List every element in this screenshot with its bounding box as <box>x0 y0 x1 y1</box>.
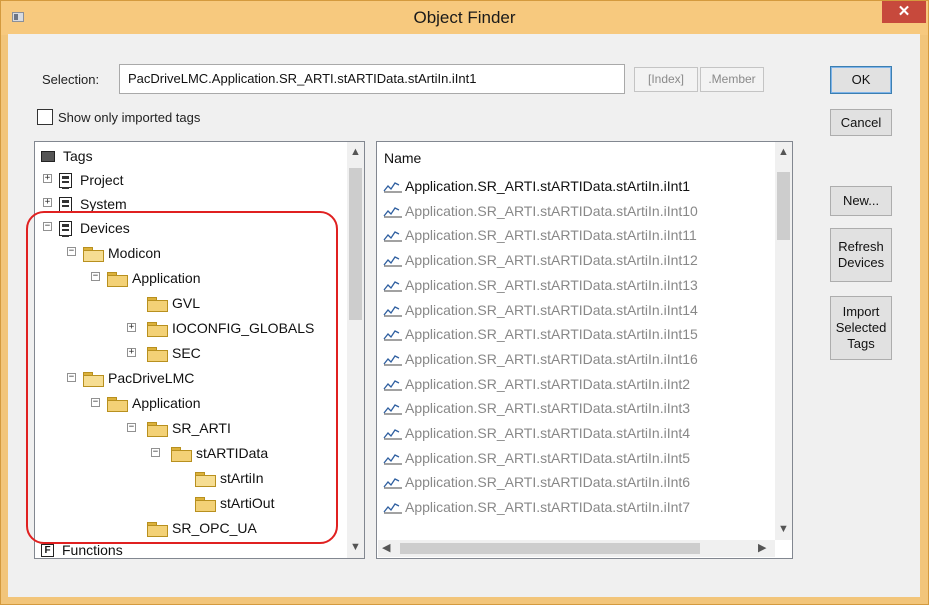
expand-system-icon[interactable]: + <box>43 198 52 207</box>
selection-label: Selection: <box>42 72 100 87</box>
device-icon <box>59 172 72 189</box>
list-item[interactable]: Application.SR_ARTI.stARTIData.stArtiIn.… <box>383 224 697 246</box>
show-imported-label: Show only imported tags <box>58 110 201 125</box>
import-line-1: Import <box>842 304 880 319</box>
tag-variable-icon <box>383 204 403 218</box>
show-imported-checkbox[interactable] <box>37 109 53 125</box>
list-hscroll-thumb[interactable] <box>400 543 700 554</box>
list-item-label: Application.SR_ARTI.stARTIData.stArtiIn.… <box>405 400 691 417</box>
tag-variable-icon <box>383 500 403 514</box>
list-item-label: Application.SR_ARTI.stARTIData.stArtiIn.… <box>405 425 691 441</box>
tree-label-project: Project <box>80 172 124 188</box>
refresh-line-1: Refresh <box>838 239 884 254</box>
tag-variable-icon <box>383 228 403 242</box>
tag-variable-icon <box>383 352 403 366</box>
list-item-label: Application.SR_ARTI.stARTIData.stArtiIn.… <box>405 276 698 293</box>
tree-label-tags: Tags <box>63 148 93 164</box>
list-item-label: Application.SR_ARTI.stARTIData.stArtiIn.… <box>405 474 691 491</box>
window-title: Object Finder <box>413 8 516 27</box>
list-horizontal-scrollbar[interactable]: ◀ ▶ <box>378 540 775 557</box>
list-item[interactable]: Application.SR_ARTI.stARTIData.stArtiIn.… <box>383 348 698 370</box>
new-button-label: New... <box>842 193 880 208</box>
tags-icon <box>41 150 55 162</box>
refresh-line-2: Devices <box>837 255 885 270</box>
member-button[interactable]: .Member <box>700 67 764 92</box>
list-item[interactable]: Application.SR_ARTI.stARTIData.stArtiIn.… <box>383 373 690 395</box>
refresh-devices-button[interactable]: Refresh Devices <box>830 228 892 282</box>
device-icon <box>59 196 72 213</box>
list-scroll-thumb[interactable] <box>777 172 790 240</box>
tag-variable-icon <box>383 303 403 317</box>
scroll-right-icon[interactable]: ▶ <box>758 540 766 557</box>
list-item-label: Application.SR_ARTI.stARTIData.stArtiIn.… <box>405 350 698 367</box>
tag-variable-icon <box>383 253 403 267</box>
list-item-label: Application.SR_ARTI.stARTIData.stArtiIn.… <box>405 202 698 219</box>
import-line-3: Tags <box>847 336 875 351</box>
selection-input[interactable]: PacDriveLMC.Application.SR_ARTI.stARTIDa… <box>119 64 625 94</box>
annotation-highlight-outline <box>26 211 338 544</box>
tag-variable-icon <box>383 327 403 341</box>
scroll-up-icon[interactable]: ▲ <box>347 144 364 161</box>
list-item-label: Application.SR_ARTI.stARTIData.stArtiIn.… <box>405 326 698 343</box>
scroll-left-icon[interactable]: ◀ <box>382 540 390 557</box>
close-button[interactable]: ✕ <box>882 1 926 23</box>
list-item-label: Application.SR_ARTI.stARTIData.stArtiIn.… <box>405 375 691 392</box>
list-item[interactable]: Application.SR_ARTI.stARTIData.stArtiIn.… <box>383 447 690 469</box>
list-item[interactable]: Application.SR_ARTI.stARTIData.stArtiIn.… <box>383 471 690 493</box>
tree-node-project[interactable]: Project <box>59 170 124 190</box>
list-item[interactable]: Application.SR_ARTI.stARTIData.stArtiIn.… <box>383 496 690 518</box>
list-item[interactable]: Application.SR_ARTI.stARTIData.stArtiIn.… <box>383 249 698 271</box>
list-item-label: Application.SR_ARTI.stARTIData.stArtiIn.… <box>405 301 698 318</box>
ok-button[interactable]: OK <box>830 66 892 94</box>
tag-variable-icon <box>383 426 403 440</box>
scroll-down-icon[interactable]: ▼ <box>347 539 364 556</box>
function-icon: F <box>41 543 54 557</box>
tag-list[interactable]: Name Application.SR_ARTI.stARTIData.stAr… <box>376 141 793 559</box>
scroll-up-icon[interactable]: ▲ <box>775 144 792 161</box>
cancel-button-label: Cancel <box>840 114 882 130</box>
column-header-name[interactable]: Name <box>384 150 421 166</box>
ok-button-label: OK <box>851 72 871 87</box>
expand-project-icon[interactable]: + <box>43 174 52 183</box>
tree-scroll-thumb[interactable] <box>349 168 362 320</box>
list-vertical-scrollbar[interactable]: ▲ ▼ <box>775 142 792 540</box>
tag-variable-icon <box>383 377 403 391</box>
cancel-button[interactable]: Cancel <box>830 109 892 136</box>
new-button[interactable]: New... <box>830 186 892 216</box>
tag-variable-icon <box>383 475 403 489</box>
list-item[interactable]: Application.SR_ARTI.stARTIData.stArtiIn.… <box>383 175 690 197</box>
tree-label-system: System <box>80 196 127 212</box>
tree-vertical-scrollbar[interactable]: ▲ ▼ <box>347 142 364 558</box>
list-item-label: Application.SR_ARTI.stARTIData.stArtiIn.… <box>405 178 691 194</box>
list-item-label: Application.SR_ARTI.stARTIData.stArtiIn.… <box>405 227 697 244</box>
list-item[interactable]: Application.SR_ARTI.stARTIData.stArtiIn.… <box>383 323 698 345</box>
tree-label-functions: Functions <box>62 542 123 558</box>
list-item-label: Application.SR_ARTI.stARTIData.stArtiIn.… <box>405 252 698 269</box>
tag-variable-icon <box>383 278 403 292</box>
tag-variable-icon <box>383 401 403 415</box>
index-button[interactable]: [Index] <box>634 67 698 92</box>
list-item[interactable]: Application.SR_ARTI.stARTIData.stArtiIn.… <box>383 397 690 419</box>
list-item[interactable]: Application.SR_ARTI.stARTIData.stArtiIn.… <box>383 299 698 321</box>
list-item[interactable]: Application.SR_ARTI.stARTIData.stArtiIn.… <box>383 200 698 222</box>
tag-variable-icon <box>383 451 403 465</box>
list-item-label: Application.SR_ARTI.stARTIData.stArtiIn.… <box>405 499 691 516</box>
list-item[interactable]: Application.SR_ARTI.stARTIData.stArtiIn.… <box>383 274 698 296</box>
tag-variable-icon <box>383 179 403 193</box>
import-line-2: Selected <box>835 320 887 335</box>
tree-node-tags[interactable]: Tags <box>41 146 93 166</box>
scroll-down-icon[interactable]: ▼ <box>775 521 792 538</box>
import-selected-tags-button[interactable]: Import Selected Tags <box>830 296 892 360</box>
list-item[interactable]: Application.SR_ARTI.stARTIData.stArtiIn.… <box>383 422 690 444</box>
list-item-label: Application.SR_ARTI.stARTIData.stArtiIn.… <box>405 449 691 466</box>
title-bar[interactable]: Object Finder ✕ <box>1 1 928 35</box>
